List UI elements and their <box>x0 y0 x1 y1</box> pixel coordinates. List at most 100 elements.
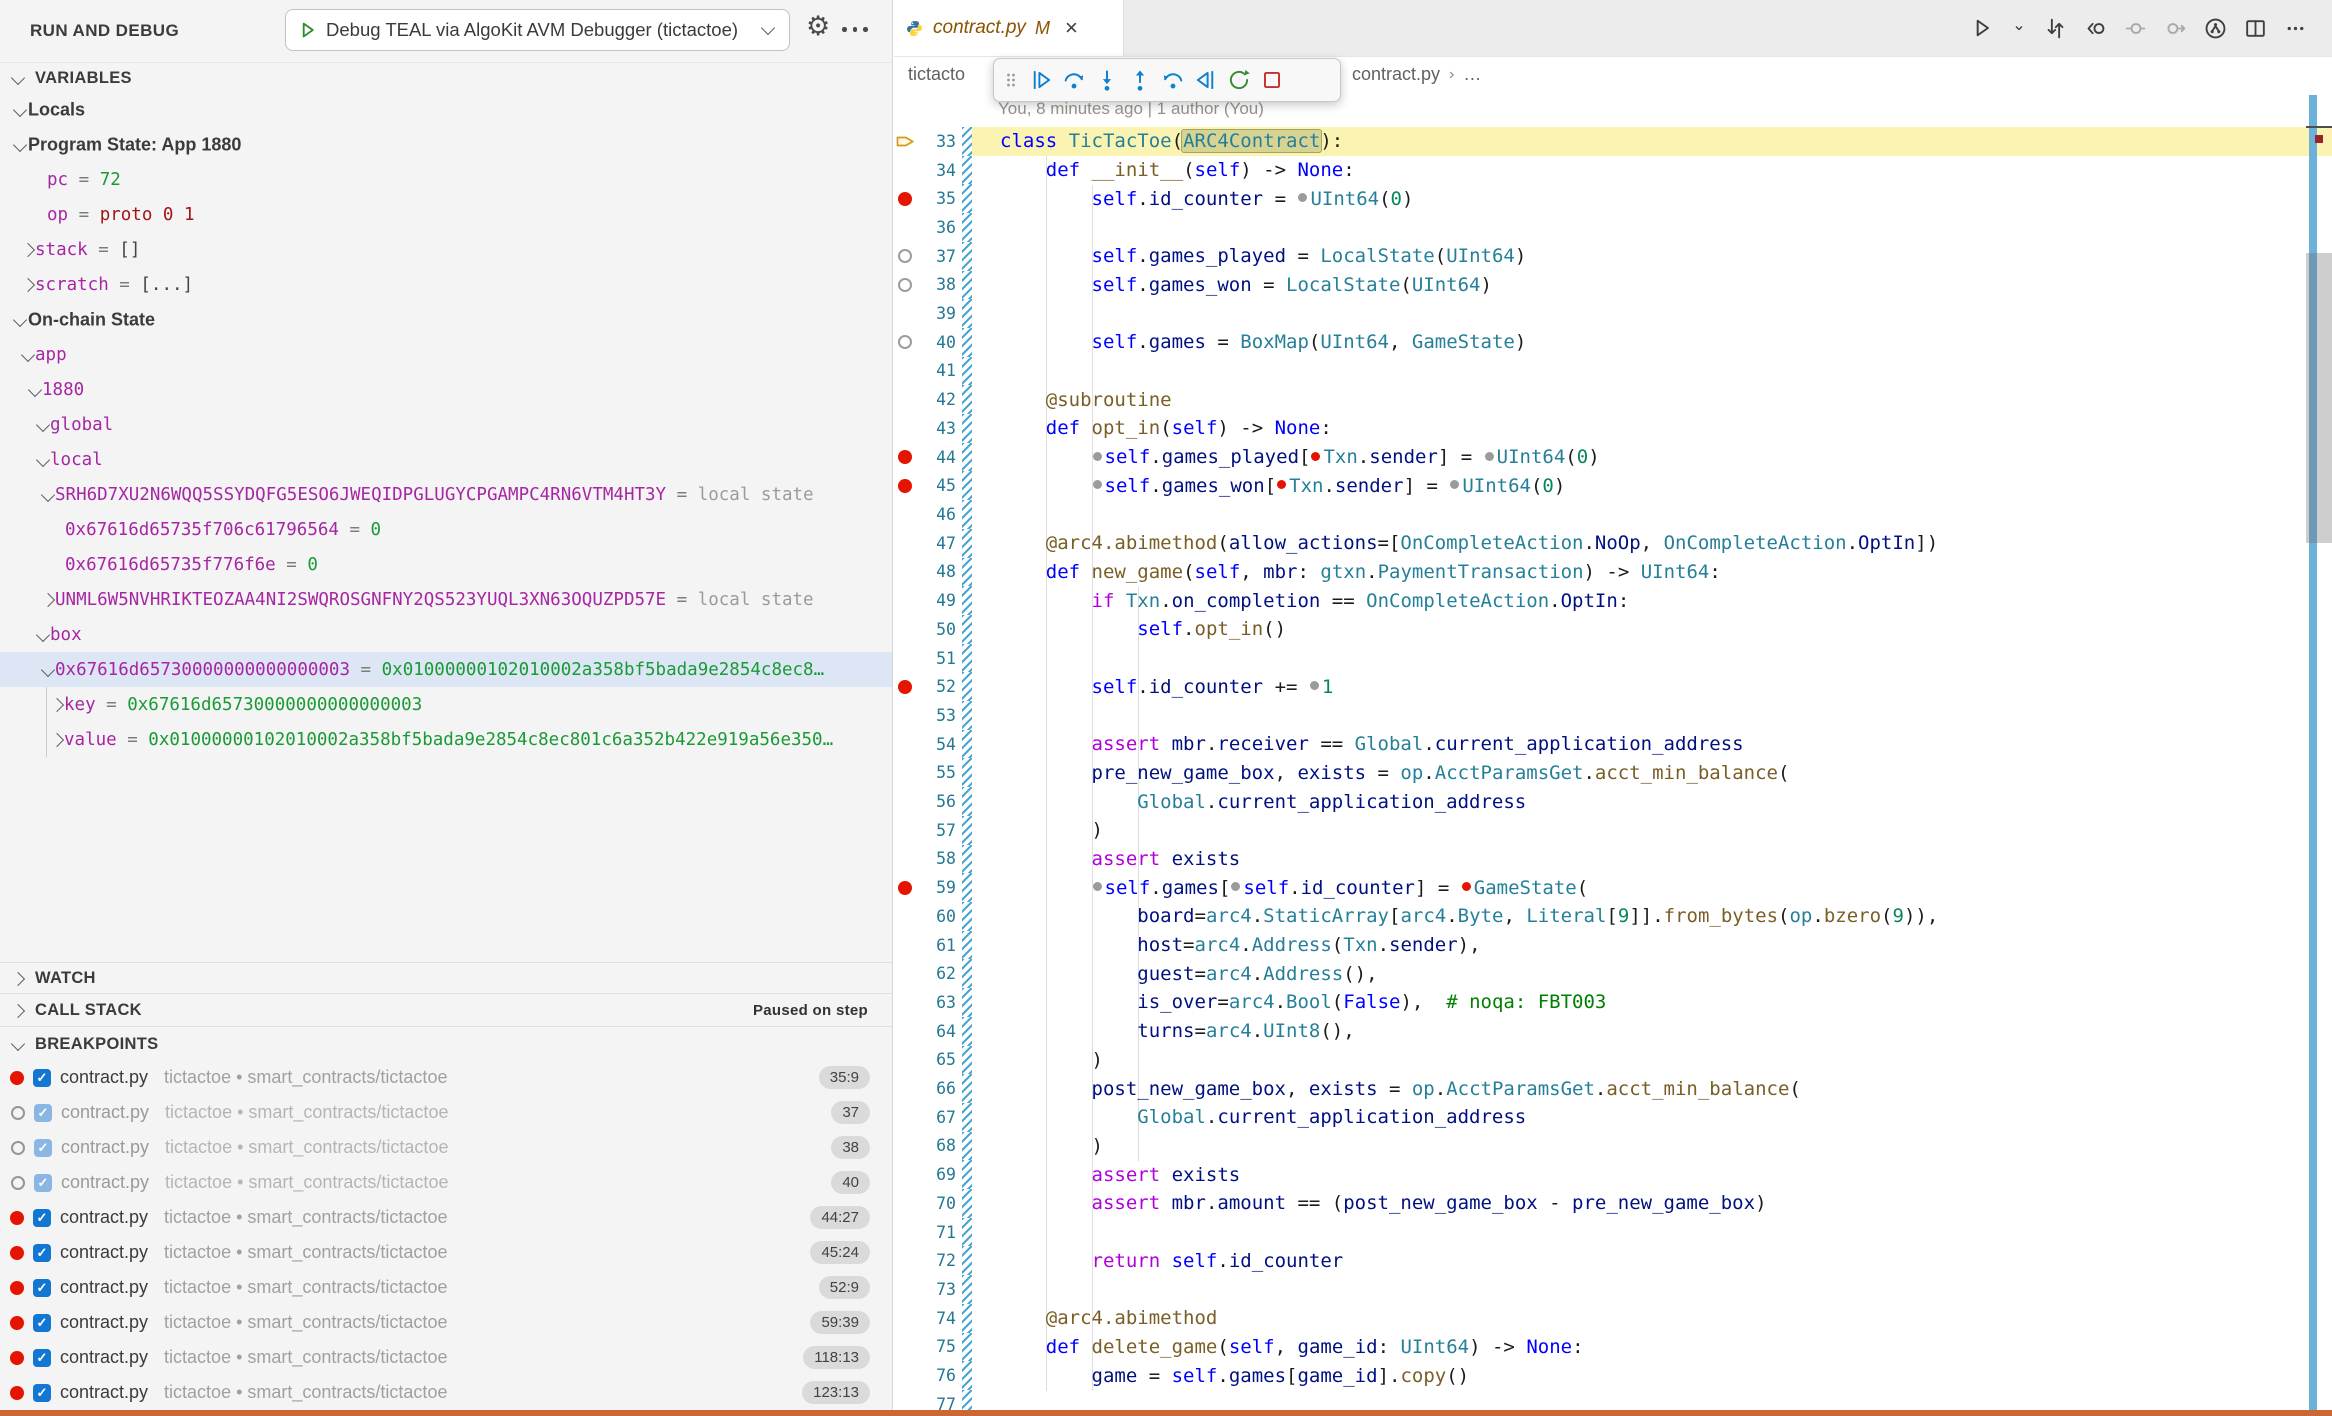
current-line-pointer-icon[interactable] <box>894 134 916 149</box>
inline-breakpoint-icon[interactable] <box>1462 882 1471 891</box>
variable-row[interactable]: local <box>0 442 892 477</box>
code-line[interactable]: 71 <box>894 1218 2332 1247</box>
stop-button[interactable] <box>1259 67 1285 93</box>
breadcrumb-file[interactable]: contract.py <box>1352 64 1440 85</box>
breakpoint-row[interactable]: ✓contract.pytictactoe • smart_contracts/… <box>0 1095 892 1130</box>
code-editor[interactable]: 33class TicTacToe(ARC4Contract):34 def _… <box>894 127 2332 1416</box>
breakpoint-enabled-checkbox[interactable]: ✓ <box>34 1174 52 1192</box>
code-line[interactable]: 38 self.games_won = LocalState(UInt64) <box>894 271 2332 300</box>
breakpoint-gutter-icon[interactable] <box>894 450 916 464</box>
run-python-file-button[interactable] <box>1969 15 1995 41</box>
code-line[interactable]: 48 def new_game(self, mbr: gtxn.PaymentT… <box>894 558 2332 587</box>
open-changes-button[interactable] <box>2083 16 2108 41</box>
code-line[interactable]: 36 <box>894 213 2332 242</box>
code-line[interactable]: 41 <box>894 357 2332 386</box>
editor-scrollbar[interactable] <box>2306 253 2332 543</box>
breakpoint-row[interactable]: ✓contract.pytictactoe • smart_contracts/… <box>0 1235 892 1270</box>
variables-section-header[interactable]: VARIABLES <box>0 62 892 93</box>
code-line[interactable]: 51 <box>894 644 2332 673</box>
code-line[interactable]: 75 def delete_game(self, game_id: UInt64… <box>894 1333 2332 1362</box>
breakpoint-enabled-checkbox[interactable]: ✓ <box>33 1384 51 1402</box>
inline-breakpoint-candidate-icon[interactable] <box>1310 681 1319 690</box>
code-line[interactable]: 72 return self.id_counter <box>894 1246 2332 1275</box>
code-line[interactable]: 35 self.id_counter = UInt64(0) <box>894 184 2332 213</box>
compare-changes-button[interactable] <box>2043 16 2068 41</box>
step-back-button[interactable] <box>1160 67 1186 93</box>
breakpoint-enabled-checkbox[interactable]: ✓ <box>33 1349 51 1367</box>
start-debug-icon[interactable] <box>297 19 320 42</box>
breakpoint-enabled-checkbox[interactable]: ✓ <box>34 1104 52 1122</box>
code-line[interactable]: 43 def opt_in(self) -> None: <box>894 414 2332 443</box>
code-line[interactable]: 63 is_over=arc4.Bool(False), # noqa: FBT… <box>894 988 2332 1017</box>
chevron-down-icon[interactable] <box>13 313 27 327</box>
inline-breakpoint-candidate-icon[interactable] <box>1450 480 1459 489</box>
variable-row[interactable]: app <box>0 337 892 372</box>
reverse-continue-button[interactable] <box>1193 67 1219 93</box>
breakpoints-section-header[interactable]: BREAKPOINTS <box>0 1026 892 1061</box>
code-line[interactable]: 53 <box>894 701 2332 730</box>
code-line[interactable]: 67 Global.current_application_address <box>894 1103 2332 1132</box>
split-editor-button[interactable] <box>2243 16 2268 41</box>
code-line[interactable]: 65 ) <box>894 1046 2332 1075</box>
variable-row[interactable]: box <box>0 617 892 652</box>
restart-button[interactable] <box>1226 67 1252 93</box>
breakpoint-row[interactable]: ✓contract.pytictactoe • smart_contracts/… <box>0 1305 892 1340</box>
code-line[interactable]: 58 assert exists <box>894 845 2332 874</box>
breakpoint-row[interactable]: ✓contract.pytictactoe • smart_contracts/… <box>0 1340 892 1375</box>
variable-row[interactable]: Locals <box>0 92 892 127</box>
inline-breakpoint-candidate-icon[interactable] <box>1298 193 1307 202</box>
chevron-down-icon[interactable] <box>36 453 50 467</box>
step-out-button[interactable] <box>1127 67 1153 93</box>
breakpoint-row[interactable]: ✓contract.pytictactoe • smart_contracts/… <box>0 1060 892 1095</box>
chevron-right-icon[interactable] <box>21 278 35 292</box>
breakpoint-candidate-gutter-icon[interactable] <box>894 278 916 292</box>
code-line[interactable]: 61 host=arc4.Address(Txn.sender), <box>894 931 2332 960</box>
code-line[interactable]: 66 post_new_game_box, exists = op.AcctPa… <box>894 1074 2332 1103</box>
code-line[interactable]: 34 def __init__(self) -> None: <box>894 156 2332 185</box>
variable-row[interactable]: value = 0x01000000102010002a358bf5bada9e… <box>0 722 892 757</box>
variable-row[interactable]: SRH6D7XU2N6WQQ5SSYDQFG5ESO6JWEQIDPGLUGYC… <box>0 477 892 512</box>
variable-row[interactable]: key = 0x67616d65730000000000000003 <box>0 687 892 722</box>
breakpoint-enabled-checkbox[interactable]: ✓ <box>33 1314 51 1332</box>
code-line[interactable]: 74 @arc4.abimethod <box>894 1304 2332 1333</box>
variable-row[interactable]: op = proto 0 1 <box>0 197 892 232</box>
chevron-down-icon[interactable] <box>13 103 27 117</box>
inline-breakpoint-icon[interactable] <box>1277 480 1286 489</box>
timeline-button[interactable] <box>2203 16 2228 41</box>
code-line[interactable]: 59 self.games[self.id_counter] = GameSta… <box>894 873 2332 902</box>
code-line[interactable]: 37 self.games_played = LocalState(UInt64… <box>894 242 2332 271</box>
breakpoint-gutter-icon[interactable] <box>894 479 916 493</box>
code-line[interactable]: 76 game = self.games[game_id].copy() <box>894 1361 2332 1390</box>
code-line[interactable]: 45 self.games_won[Txn.sender] = UInt64(0… <box>894 471 2332 500</box>
chevron-down-icon[interactable] <box>36 628 50 642</box>
breakpoint-gutter-icon[interactable] <box>894 680 916 694</box>
code-line[interactable]: 50 self.opt_in() <box>894 615 2332 644</box>
step-into-button[interactable] <box>1094 67 1120 93</box>
chevron-right-icon[interactable] <box>50 698 64 712</box>
chevron-right-icon[interactable] <box>50 733 64 747</box>
inline-breakpoint-candidate-icon[interactable] <box>1231 882 1240 891</box>
variable-row[interactable]: global <box>0 407 892 442</box>
code-line[interactable]: 52 self.id_counter += 1 <box>894 672 2332 701</box>
breakpoint-enabled-checkbox[interactable]: ✓ <box>33 1209 51 1227</box>
variable-row[interactable]: 0x67616d65730000000000000003 = 0x0100000… <box>0 652 892 687</box>
breakpoint-enabled-checkbox[interactable]: ✓ <box>33 1279 51 1297</box>
inline-breakpoint-candidate-icon[interactable] <box>1093 452 1102 461</box>
run-dropdown-button[interactable] <box>2010 19 2028 37</box>
breakpoint-candidate-gutter-icon[interactable] <box>894 249 916 263</box>
code-line[interactable]: 62 guest=arc4.Address(), <box>894 959 2332 988</box>
variable-row[interactable]: On-chain State <box>0 302 892 337</box>
code-line[interactable]: 42 @subroutine <box>894 385 2332 414</box>
code-line[interactable]: 49 if Txn.on_completion == OnCompleteAct… <box>894 586 2332 615</box>
chevron-down-icon[interactable] <box>36 418 50 432</box>
code-line[interactable]: 69 assert exists <box>894 1160 2332 1189</box>
breakpoint-gutter-icon[interactable] <box>894 881 916 895</box>
close-icon[interactable]: × <box>1065 17 1078 39</box>
code-line[interactable]: 60 board=arc4.StaticArray[arc4.Byte, Lit… <box>894 902 2332 931</box>
breakpoint-row[interactable]: ✓contract.pytictactoe • smart_contracts/… <box>0 1375 892 1410</box>
inline-breakpoint-candidate-icon[interactable] <box>1485 452 1494 461</box>
code-line[interactable]: 73 <box>894 1275 2332 1304</box>
code-line[interactable]: 54 assert mbr.receiver == Global.current… <box>894 730 2332 759</box>
gear-icon[interactable]: ⚙ <box>806 13 830 40</box>
chevron-down-icon[interactable] <box>28 383 42 397</box>
